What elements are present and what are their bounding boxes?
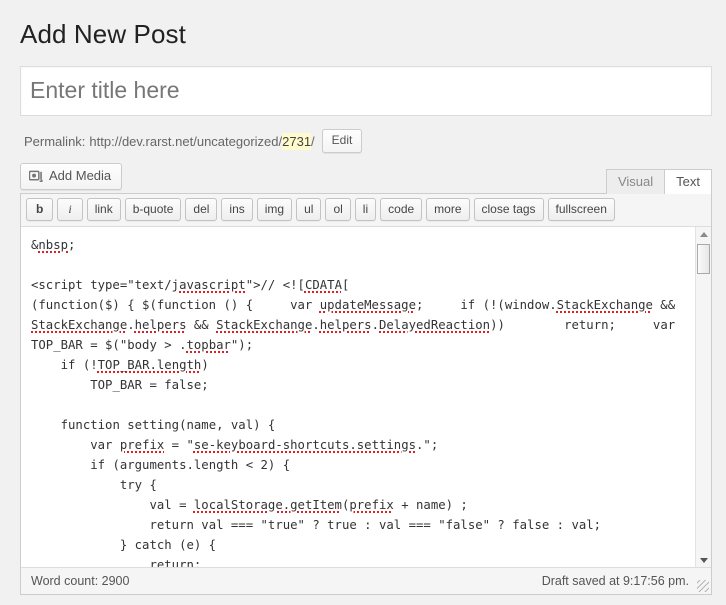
quicktag-button-img[interactable]: img [256, 198, 293, 222]
permalink-url-suffix: / [311, 133, 315, 149]
permalink-slug[interactable]: 2731 [282, 132, 312, 150]
post-title-input[interactable] [21, 66, 711, 116]
editor-status-bar: Word count: 2900 Draft saved at 9:17:56 … [21, 567, 711, 595]
scrollbar-thumb[interactable] [697, 244, 710, 275]
post-content-textarea[interactable]: &nbsp; <script type="text/javascript">//… [21, 227, 711, 567]
permalink-row: Permalink: http://dev.rarst.net/uncatego… [20, 120, 712, 161]
editor-scrollbar[interactable] [695, 227, 711, 568]
add-media-label: Add Media [49, 168, 112, 184]
tab-text[interactable]: Text [664, 169, 712, 195]
quicktag-button-more[interactable]: more [426, 198, 470, 222]
quicktag-button-ol[interactable]: ol [325, 198, 351, 222]
scroll-down-arrow-icon[interactable] [696, 553, 711, 567]
quicktag-button-close-tags[interactable]: close tags [473, 198, 544, 222]
permalink-label: Permalink: [24, 133, 86, 149]
quicktag-button-b[interactable]: b [26, 198, 54, 222]
edit-permalink-button[interactable]: Edit [321, 129, 363, 154]
editor-mode-tabs: Visual Text [605, 169, 712, 195]
editor-resize-handle[interactable] [697, 580, 709, 593]
quicktag-button-code[interactable]: code [380, 198, 423, 222]
tab-visual[interactable]: Visual [605, 169, 666, 195]
quicktag-button-del[interactable]: del [185, 198, 218, 222]
quicktags-toolbar: b i link b-quote del ins img ul ol li code more clos… [21, 194, 711, 228]
autosave-label: Draft saved at 9:17:56 pm. [541, 574, 689, 589]
quicktag-button-i[interactable]: i [57, 198, 83, 222]
scroll-up-arrow-icon[interactable] [696, 227, 711, 241]
quicktag-button-b-quote[interactable]: b-quote [124, 198, 182, 222]
post-editor-page: Add New Post Permalink: http://dev.rarst… [0, 0, 726, 596]
page-title: Add New Post [20, 19, 186, 49]
post-title-wrap [20, 65, 712, 117]
media-and-tabs-row: Add Media Visual Text [20, 163, 712, 195]
code-editor-wrap: &nbsp; <script type="text/javascript">//… [21, 227, 711, 568]
media-camera-icon [28, 169, 44, 184]
quicktag-button-li[interactable]: li [354, 198, 377, 222]
add-media-button[interactable]: Add Media [20, 163, 123, 191]
permalink-url-prefix[interactable]: http://dev.rarst.net/uncategorized/ [89, 134, 282, 149]
quicktag-button-ins[interactable]: ins [221, 198, 253, 222]
quicktag-button-link[interactable]: link [86, 198, 121, 222]
editor-container: b i link b-quote del ins img ul ol li code more clos… [20, 193, 712, 596]
quicktag-button-ul[interactable]: ul [296, 198, 322, 222]
quicktag-button-fullscreen[interactable]: fullscreen [547, 198, 615, 222]
word-count-label: Word count: 2900 [31, 574, 130, 589]
